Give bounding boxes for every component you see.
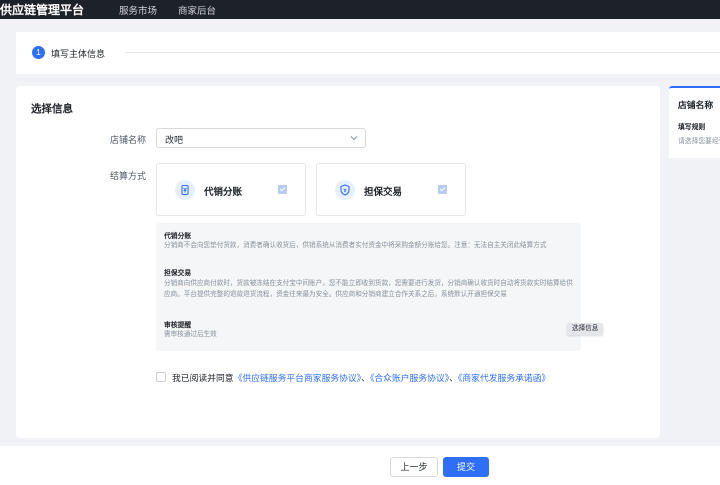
agreement-text: 我已阅读并同意《供应链服务平台商家服务协议》、《合众账户服务协议》、《商家代发服… xyxy=(172,371,550,384)
side-panel-rule-label: 填写规则 xyxy=(678,124,706,131)
option-consignment-split[interactable]: 代销分账 xyxy=(156,163,306,216)
settlement-label: 结算方式 xyxy=(110,171,147,181)
agreement-separator: 、 xyxy=(361,373,370,383)
section-title: 选择信息 xyxy=(31,103,73,115)
step-label: 填写主体信息 xyxy=(51,49,106,59)
option-guaranteed-trade[interactable]: 担保交易 xyxy=(316,163,466,216)
step-divider xyxy=(126,52,720,53)
info-text-guaranteed: 分销商向供应商付款时，货款被冻结在支付宝中间账户，您不能立即收到货款，您需要进行… xyxy=(164,280,573,298)
platform-brand[interactable]: 供应链管理平台 xyxy=(0,1,84,18)
info-title-consignment: 代销分账 xyxy=(164,233,192,240)
account-service-agreement-link[interactable]: 《合众账户服务协议》 xyxy=(370,373,449,383)
tooltip: 选择信息 xyxy=(567,323,604,335)
chevron-down-icon xyxy=(350,136,358,141)
agreement-separator: 、 xyxy=(449,373,458,383)
side-help-panel: 店铺名称 填写规则 请选择您要经营的店铺 xyxy=(669,86,720,158)
previous-step-button[interactable]: 上一步 xyxy=(390,457,438,477)
info-title-review: 审核提醒 xyxy=(164,322,192,329)
top-navbar: 供应链管理平台 服务市场 商家后台 xyxy=(0,0,720,19)
step-number-badge: 1 xyxy=(32,46,45,59)
merchant-service-agreement-link[interactable]: 《供应链服务平台商家服务协议》 xyxy=(234,373,362,383)
step-indicator: 1 填写主体信息 xyxy=(16,32,720,74)
agreement-prefix: 我已阅读并同意 xyxy=(172,373,234,383)
store-name-label: 店铺名称 xyxy=(110,135,147,145)
nav-service-market[interactable]: 服务市场 xyxy=(119,3,157,17)
submit-button[interactable]: 提交 xyxy=(443,457,489,477)
settlement-info-box: 代销分账 分销商不会向您垫付货款，消费者确认收货后，供销系统从消费者实付资金中将… xyxy=(156,223,604,351)
info-text-review: 需审核通过后生效 xyxy=(164,331,217,338)
dropship-commitment-link[interactable]: 《商家代发服务承诺函》 xyxy=(458,373,550,383)
option-checkbox[interactable] xyxy=(278,185,287,194)
coin-icon xyxy=(175,180,195,200)
agreement-checkbox[interactable] xyxy=(156,372,166,382)
main-form-card: 选择信息 店铺名称 改吧 结算方式 代销分账 担保交易 代销分账 分销商不会向您… xyxy=(16,86,660,438)
option-label: 代销分账 xyxy=(204,187,243,198)
nav-merchant-backend[interactable]: 商家后台 xyxy=(178,3,216,17)
info-text-consignment: 分销商不会向您垫付货款，消费者确认收货后，供销系统从消费者实付资金中将采购金额分… xyxy=(164,242,547,249)
option-checkbox[interactable] xyxy=(438,185,447,194)
shield-icon xyxy=(335,180,355,200)
store-name-select[interactable]: 改吧 xyxy=(156,128,366,148)
info-title-guaranteed: 担保交易 xyxy=(164,270,192,277)
side-panel-hint: 请选择您要经营的店铺 xyxy=(678,138,720,145)
option-label: 担保交易 xyxy=(364,187,403,198)
store-name-value: 改吧 xyxy=(165,135,184,145)
side-panel-title: 店铺名称 xyxy=(678,100,714,110)
footer-action-bar: 上一步 提交 xyxy=(0,446,720,485)
